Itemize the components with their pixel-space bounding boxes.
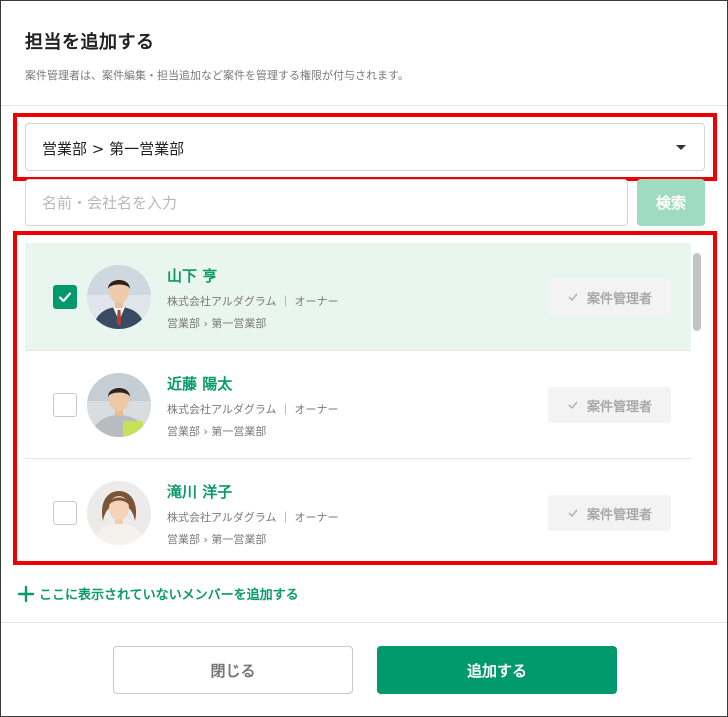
- search-button[interactable]: 検索: [637, 179, 705, 226]
- dialog-description: 案件管理者は、案件編集・担当追加など案件を管理する権限が付与されます。: [25, 69, 409, 82]
- close-button[interactable]: 閉じる: [113, 646, 353, 694]
- dialog-title: 担当を追加する: [25, 32, 155, 53]
- plus-icon: [17, 585, 35, 602]
- add-assignee-dialog: 担当を追加する 案件管理者は、案件編集・担当追加など案件を管理する権限が付与され…: [0, 0, 728, 717]
- add-unlisted-member-link[interactable]: ここに表示されていないメンバーを追加する: [17, 584, 299, 603]
- highlight-box-select: [13, 113, 717, 181]
- add-button[interactable]: 追加する: [377, 646, 617, 694]
- footer-divider: [1, 622, 727, 623]
- highlight-box-list: [13, 231, 717, 565]
- header-divider: [1, 105, 727, 106]
- add-unlisted-member-label: ここに表示されていないメンバーを追加する: [39, 588, 299, 603]
- search-input[interactable]: [25, 179, 628, 226]
